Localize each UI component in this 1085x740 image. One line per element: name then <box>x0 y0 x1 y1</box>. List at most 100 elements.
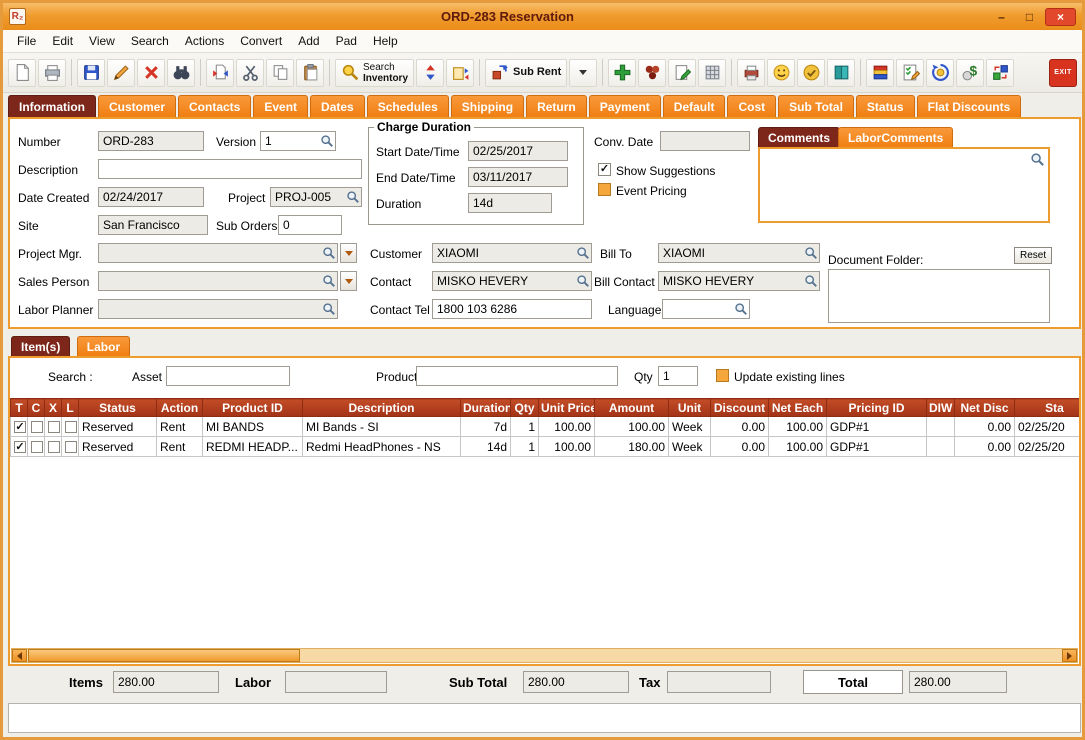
table-cell[interactable]: 14d <box>461 437 511 457</box>
col-start[interactable]: Sta <box>1015 399 1080 417</box>
print-button[interactable] <box>38 59 66 87</box>
col-net-each[interactable]: Net Each <box>769 399 827 417</box>
menu-actions[interactable]: Actions <box>177 31 232 51</box>
tab-comments[interactable]: Comments <box>758 127 840 147</box>
col-pricing-id[interactable]: Pricing ID <box>827 399 927 417</box>
table-cell[interactable]: Reserved <box>79 437 157 457</box>
number-field[interactable]: ORD-283 <box>98 131 204 151</box>
bill-to-field[interactable]: XIAOMI <box>658 243 820 263</box>
bill-contact-field[interactable]: MISKO HEVERY <box>658 271 820 291</box>
table-cell[interactable]: 0.00 <box>955 437 1015 457</box>
maximize-button[interactable]: □ <box>1017 8 1042 26</box>
row-x-checkbox[interactable] <box>48 441 60 453</box>
table-cell[interactable] <box>62 437 79 457</box>
cut-button[interactable] <box>236 59 264 87</box>
update-existing-checkbox[interactable] <box>716 369 729 382</box>
search-icon[interactable] <box>322 274 336 288</box>
product-groups-button[interactable] <box>638 59 666 87</box>
col-net-disc[interactable]: Net Disc <box>955 399 1015 417</box>
tab-flat-discounts[interactable]: Flat Discounts <box>917 95 1022 117</box>
menu-convert[interactable]: Convert <box>232 31 290 51</box>
table-cell[interactable]: GDP#1 <box>827 437 927 457</box>
search-icon[interactable] <box>322 302 336 316</box>
comments-textarea[interactable] <box>758 147 1050 223</box>
tab-return[interactable]: Return <box>526 95 587 117</box>
menu-help[interactable]: Help <box>365 31 406 51</box>
project-field[interactable]: PROJ-005 <box>270 187 362 207</box>
search-icon[interactable] <box>804 246 818 260</box>
table-cell[interactable] <box>11 417 28 437</box>
col-description[interactable]: Description <box>303 399 461 417</box>
new-document-button[interactable] <box>8 59 36 87</box>
asset-input[interactable] <box>166 366 290 386</box>
col-amount[interactable]: Amount <box>595 399 669 417</box>
sales-person-field[interactable] <box>98 271 338 291</box>
version-field[interactable]: 1 <box>260 131 336 151</box>
col-l[interactable]: L <box>62 399 79 417</box>
site-field[interactable]: San Francisco <box>98 215 208 235</box>
menu-view[interactable]: View <box>81 31 123 51</box>
date-created-field[interactable]: 02/24/2017 <box>98 187 204 207</box>
table-cell[interactable]: Rent <box>157 437 203 457</box>
tab-status[interactable]: Status <box>856 95 915 117</box>
labor-planner-field[interactable] <box>98 299 338 319</box>
table-cell[interactable]: 100.00 <box>539 417 595 437</box>
project-mgr-field[interactable] <box>98 243 338 263</box>
table-cell[interactable] <box>11 437 28 457</box>
table-cell[interactable]: 100.00 <box>769 417 827 437</box>
catalog-button[interactable] <box>827 59 855 87</box>
duration-field[interactable]: 14d <box>468 193 552 213</box>
row-l-checkbox[interactable] <box>65 421 77 433</box>
table-cell[interactable] <box>28 437 45 457</box>
col-action[interactable]: Action <box>157 399 203 417</box>
edit-notes-button[interactable] <box>668 59 696 87</box>
col-c[interactable]: C <box>28 399 45 417</box>
reset-button[interactable]: Reset <box>1014 247 1052 264</box>
contact-field[interactable]: MISKO HEVERY <box>432 271 592 291</box>
table-cell[interactable]: Redmi HeadPhones - NS <box>303 437 461 457</box>
menu-search[interactable]: Search <box>123 31 177 51</box>
col-diw[interactable]: DIW <box>927 399 955 417</box>
checklist-button[interactable] <box>896 59 924 87</box>
row-select-checkbox[interactable] <box>14 421 26 433</box>
search-icon[interactable] <box>1030 152 1045 167</box>
col-unit-price[interactable]: Unit Price <box>539 399 595 417</box>
table-cell[interactable]: Reserved <box>79 417 157 437</box>
table-cell[interactable]: 02/25/20 <box>1015 417 1080 437</box>
sales-person-dropdown[interactable] <box>340 271 357 291</box>
tab-labor-comments[interactable]: LaborComments <box>838 127 953 147</box>
edit-button[interactable] <box>107 59 135 87</box>
kit-button[interactable] <box>866 59 894 87</box>
project-mgr-dropdown[interactable] <box>340 243 357 263</box>
table-cell[interactable]: REDMI HEADP... <box>203 437 303 457</box>
col-discount[interactable]: Discount <box>711 399 769 417</box>
table-cell[interactable]: 0.00 <box>711 437 769 457</box>
col-x[interactable]: X <box>45 399 62 417</box>
row-select-checkbox[interactable] <box>14 441 26 453</box>
col-t[interactable]: T <box>11 399 28 417</box>
table-row[interactable]: Reserved Rent MI BANDS MI Bands - SI 7d … <box>11 417 1080 437</box>
table-cell[interactable] <box>45 437 62 457</box>
tab-cost[interactable]: Cost <box>727 95 776 117</box>
contact-tel-field[interactable]: 1800 103 6286 <box>432 299 592 319</box>
event-pricing-checkbox[interactable] <box>598 183 611 196</box>
search-icon[interactable] <box>576 274 590 288</box>
grid-view-button[interactable] <box>698 59 726 87</box>
row-l-checkbox[interactable] <box>65 441 77 453</box>
tab-schedules[interactable]: Schedules <box>367 95 449 117</box>
search-icon[interactable] <box>576 246 590 260</box>
table-cell[interactable]: 100.00 <box>539 437 595 457</box>
table-cell[interactable]: GDP#1 <box>827 417 927 437</box>
col-duration[interactable]: Duration <box>461 399 511 417</box>
sub-rent-button[interactable]: Sub Rent <box>485 59 567 87</box>
table-cell[interactable]: 02/25/20 <box>1015 437 1080 457</box>
search-icon[interactable] <box>734 302 748 316</box>
horizontal-scrollbar[interactable] <box>11 648 1078 663</box>
table-cell[interactable]: Week <box>669 437 711 457</box>
tab-shipping[interactable]: Shipping <box>451 95 524 117</box>
scroll-right-button[interactable] <box>1062 649 1077 662</box>
table-cell[interactable]: MI Bands - SI <box>303 417 461 437</box>
table-cell[interactable]: 1 <box>511 417 539 437</box>
customer-field[interactable]: XIAOMI <box>432 243 592 263</box>
approval-button[interactable] <box>797 59 825 87</box>
